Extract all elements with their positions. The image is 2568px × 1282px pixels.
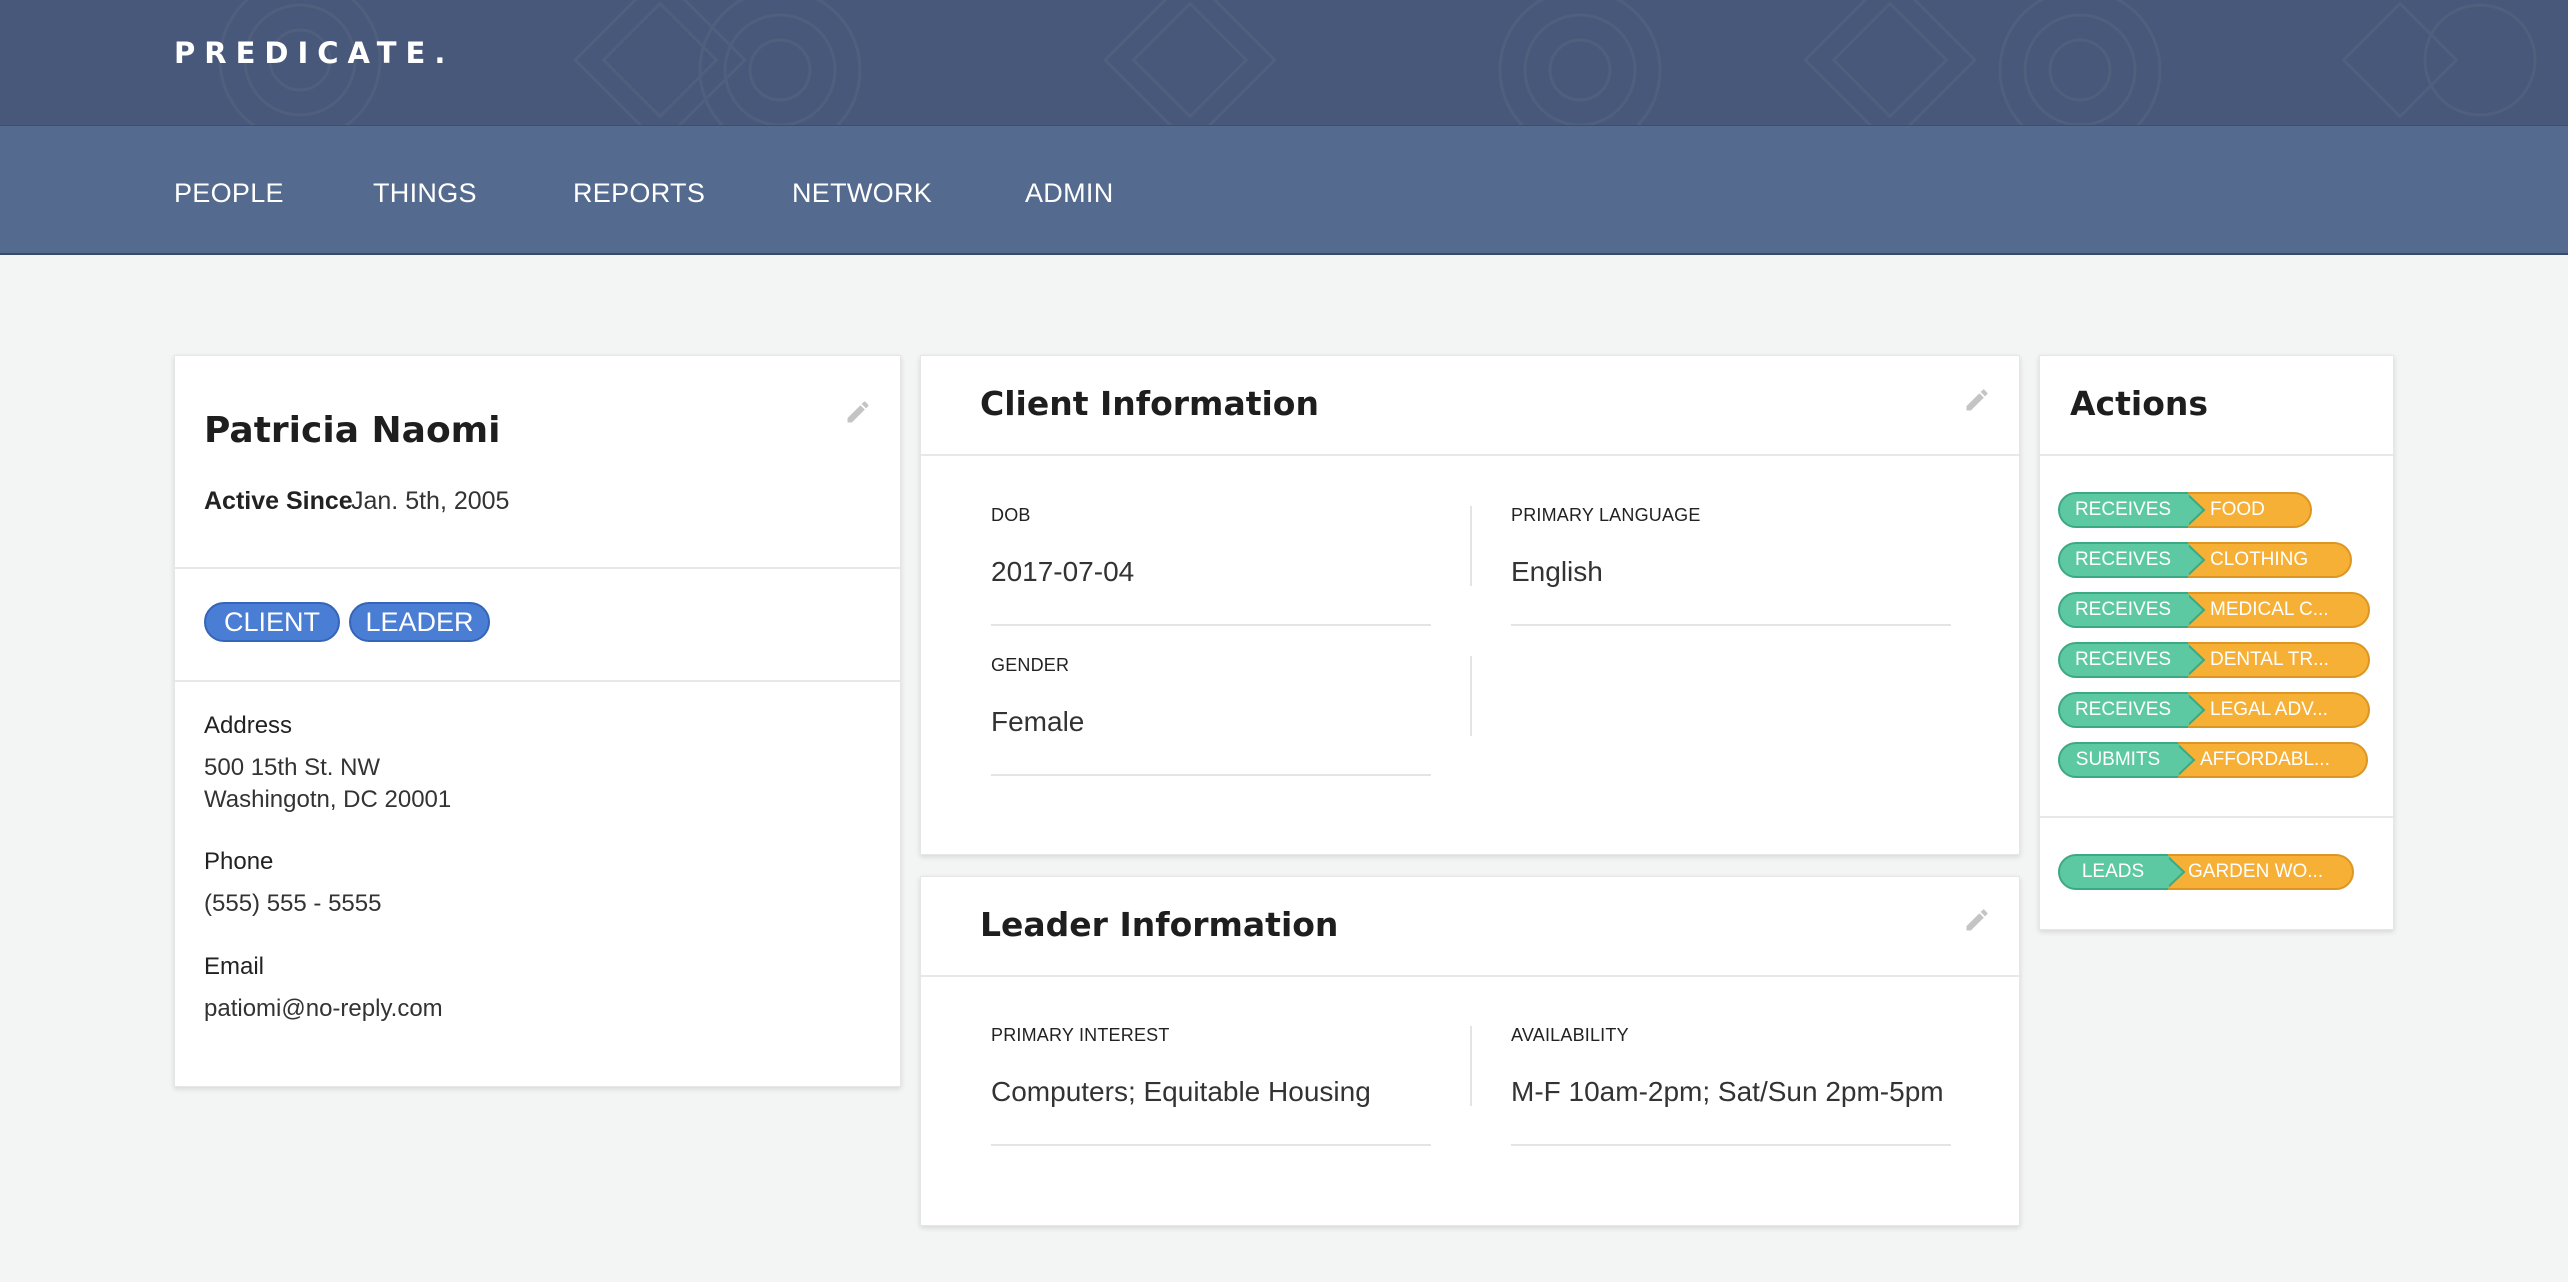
primary-language-value: English bbox=[1511, 556, 1603, 587]
action-chip[interactable]: CLOTHING RECEIVES bbox=[2058, 542, 2352, 578]
actions-card: Actions FOOD RECEIVES CLOTHING RECEIVES … bbox=[2039, 355, 2394, 930]
gender-value: Female bbox=[991, 706, 1085, 737]
primary-interest-value: Computers; Equitable Housing bbox=[991, 1076, 1371, 1107]
action-verb: RECEIVES bbox=[2058, 692, 2188, 728]
divider bbox=[921, 454, 2019, 456]
client-info-title: Client Information bbox=[980, 384, 1319, 423]
address-line-2: Washingotn, DC 20001 bbox=[204, 786, 452, 813]
pencil-icon[interactable] bbox=[1963, 386, 1991, 414]
active-since-label: Active Since bbox=[204, 487, 353, 515]
lead-chip[interactable]: GARDEN WO... LEADS bbox=[2058, 854, 2354, 890]
chevron-right-icon bbox=[2186, 592, 2206, 628]
divider bbox=[2040, 816, 2393, 818]
nav-item-people[interactable]: PEOPLE bbox=[174, 178, 284, 209]
availability-value: M-F 10am-2pm; Sat/Sun 2pm-5pm bbox=[1511, 1076, 1944, 1107]
action-verb: RECEIVES bbox=[2058, 542, 2188, 578]
chevron-right-icon bbox=[2186, 492, 2206, 528]
action-chip[interactable]: DENTAL TR... RECEIVES bbox=[2058, 642, 2370, 678]
action-chip[interactable]: AFFORDABL... SUBMITS bbox=[2058, 742, 2368, 778]
chevron-right-icon bbox=[2176, 742, 2196, 778]
client-info-card: Client Information DOB 2017-07-04 PRIMAR… bbox=[920, 355, 2020, 855]
dob-value: 2017-07-04 bbox=[991, 556, 1135, 587]
email-value[interactable]: patiomi@no-reply.com bbox=[204, 995, 443, 1023]
action-verb: RECEIVES bbox=[2058, 492, 2188, 528]
action-verb: RECEIVES bbox=[2058, 592, 2188, 628]
address-label: Address bbox=[204, 712, 293, 739]
primary-language-label: PRIMARY LANGUAGE bbox=[1511, 505, 1701, 525]
column-separator bbox=[1470, 656, 1472, 736]
nav-item-things[interactable]: THINGS bbox=[373, 178, 477, 209]
action-object: AFFORDABL... bbox=[2166, 742, 2368, 778]
nav-item-network[interactable]: NETWORK bbox=[792, 178, 932, 209]
chevron-right-icon bbox=[2186, 542, 2206, 578]
header-banner: PREDICATE. bbox=[0, 0, 2568, 125]
divider bbox=[175, 567, 900, 569]
action-chip[interactable]: LEGAL ADV... RECEIVES bbox=[2058, 692, 2370, 728]
column-separator bbox=[1470, 506, 1472, 586]
main-nav: PEOPLE THINGS REPORTS NETWORK ADMIN bbox=[0, 125, 2568, 255]
leader-info-title: Leader Information bbox=[980, 905, 1339, 944]
leader-info-card: Leader Information PRIMARY INTEREST Comp… bbox=[920, 876, 2020, 1226]
field-underline bbox=[991, 1144, 1431, 1146]
column-separator bbox=[1470, 1026, 1472, 1106]
tag-client[interactable]: CLIENT bbox=[204, 602, 340, 642]
address-line-1: 500 15th St. NW bbox=[204, 754, 381, 781]
tag-leader[interactable]: LEADER bbox=[349, 602, 490, 642]
field-underline bbox=[1511, 1144, 1951, 1146]
divider bbox=[175, 680, 900, 682]
nav-item-admin[interactable]: ADMIN bbox=[1025, 178, 1114, 209]
phone-value: (555) 555 - 5555 bbox=[204, 890, 382, 917]
action-chip[interactable]: FOOD RECEIVES bbox=[2058, 492, 2312, 528]
field-underline bbox=[1511, 624, 1951, 626]
nav-item-reports[interactable]: REPORTS bbox=[573, 178, 705, 209]
chevron-right-icon bbox=[2186, 642, 2206, 678]
phone-label: Phone bbox=[204, 848, 274, 875]
divider bbox=[2040, 454, 2393, 456]
field-underline bbox=[991, 624, 1431, 626]
action-verb: LEADS bbox=[2058, 854, 2168, 890]
dob-label: DOB bbox=[991, 505, 1031, 525]
app-logo[interactable]: PREDICATE. bbox=[174, 36, 454, 70]
profile-name: Patricia Naomi bbox=[204, 410, 501, 451]
chevron-right-icon bbox=[2166, 854, 2186, 890]
pencil-icon[interactable] bbox=[844, 398, 872, 426]
pencil-icon[interactable] bbox=[1963, 906, 1991, 934]
action-verb: SUBMITS bbox=[2058, 742, 2178, 778]
chevron-right-icon bbox=[2186, 692, 2206, 728]
active-since-value: Jan. 5th, 2005 bbox=[351, 487, 510, 515]
divider bbox=[921, 975, 2019, 977]
action-verb: RECEIVES bbox=[2058, 642, 2188, 678]
email-label: Email bbox=[204, 953, 265, 980]
field-underline bbox=[991, 774, 1431, 776]
actions-title: Actions bbox=[2070, 384, 2208, 423]
gender-label: GENDER bbox=[991, 655, 1070, 675]
action-chip[interactable]: MEDICAL C... RECEIVES bbox=[2058, 592, 2370, 628]
availability-label: AVAILABILITY bbox=[1511, 1025, 1629, 1045]
profile-card: Patricia Naomi Active Since Jan. 5th, 20… bbox=[174, 355, 901, 1087]
primary-interest-label: PRIMARY INTEREST bbox=[991, 1025, 1170, 1045]
